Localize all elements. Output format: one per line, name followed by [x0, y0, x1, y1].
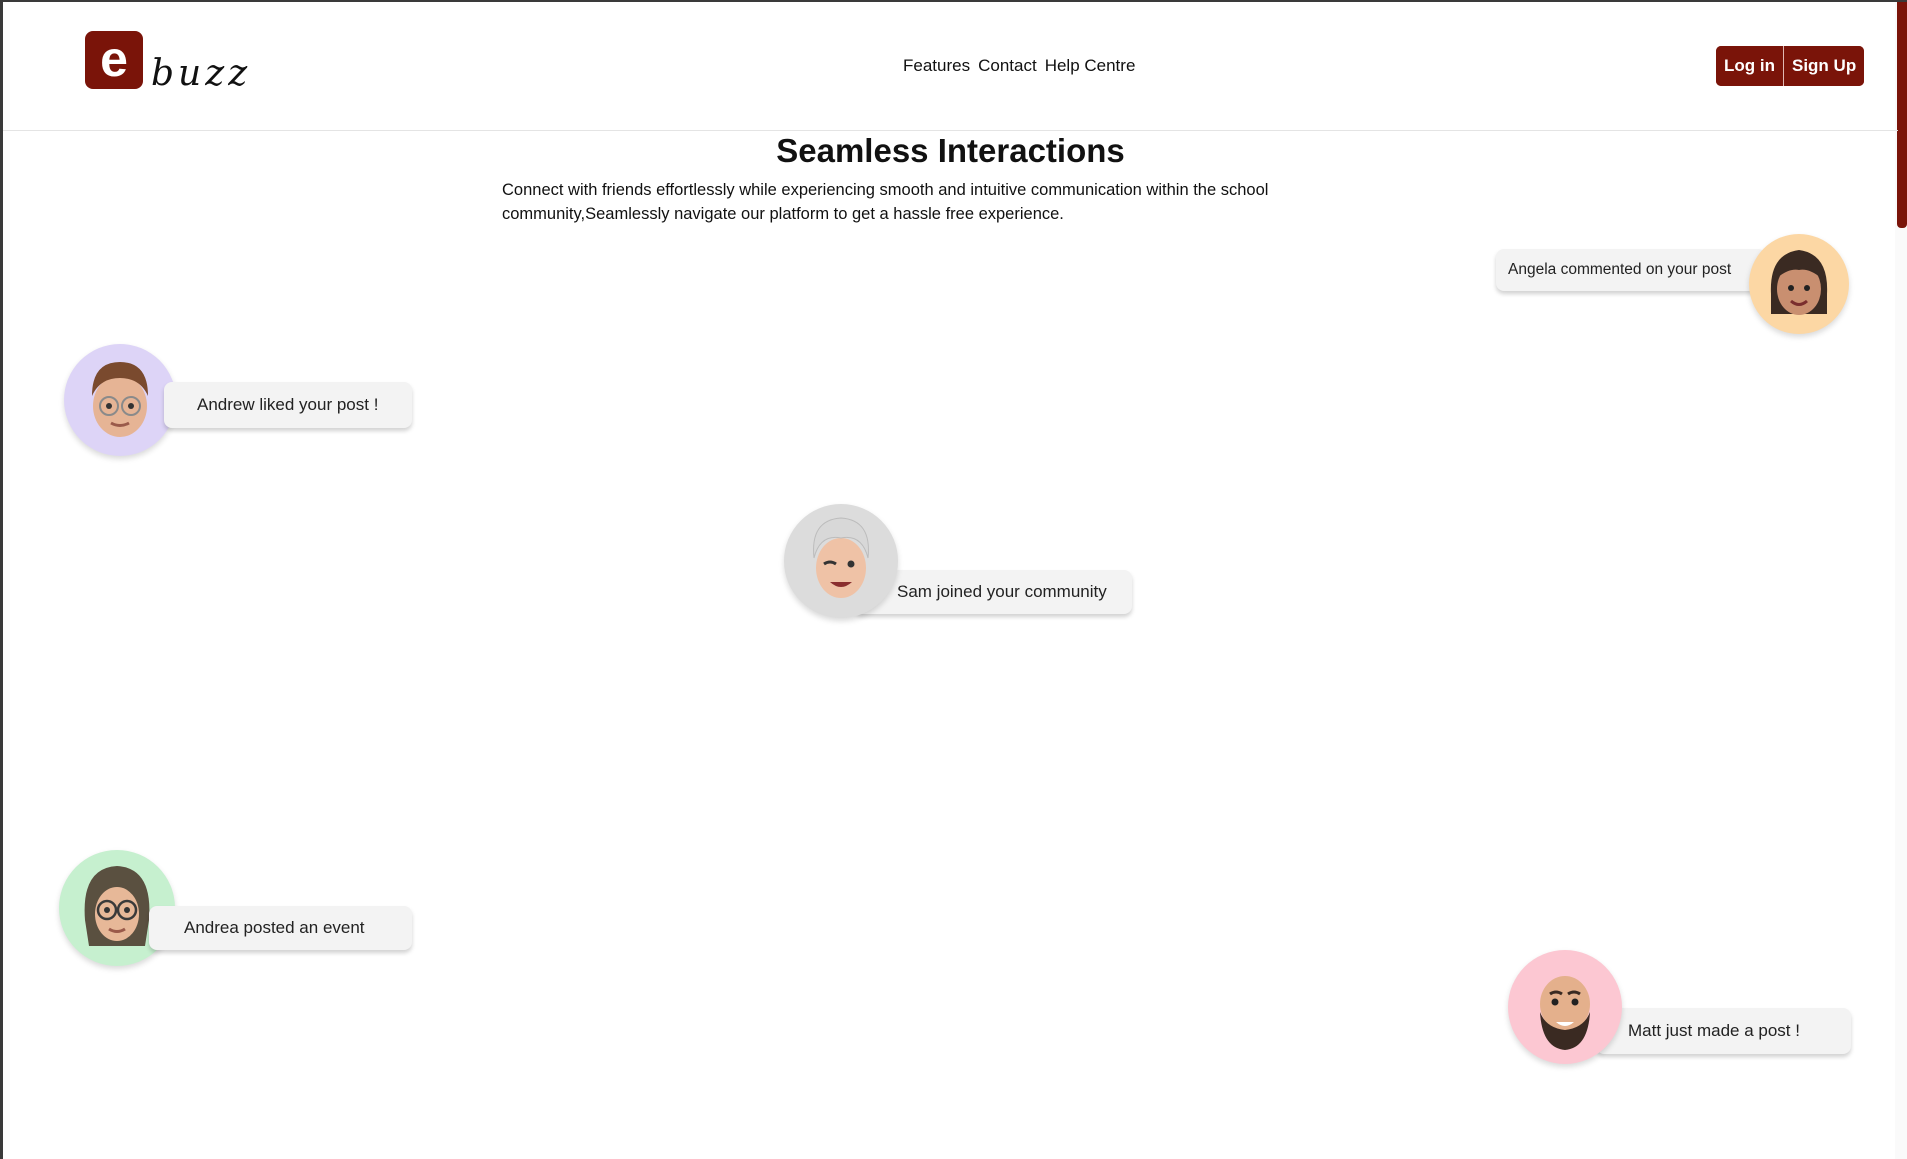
notification-bubble[interactable]: Angela commented on your post — [1496, 249, 1766, 291]
avatar-angela — [1749, 234, 1849, 334]
notification-text: Andrew liked your post ! — [197, 395, 379, 414]
notification-bubble[interactable]: Andrea posted an event — [149, 906, 412, 950]
notification-text: Matt just made a post ! — [1628, 1021, 1800, 1040]
avatar-andrew — [64, 344, 176, 456]
logo-word-text: buzz — [151, 53, 251, 93]
main-nav: Features Contact Help Centre — [903, 56, 1135, 76]
nav-contact[interactable]: Contact — [978, 56, 1037, 76]
notification-matt: Matt just made a post ! — [1508, 950, 1851, 1066]
ebuzz-logo[interactable]: e buzz — [85, 31, 271, 94]
login-button[interactable]: Log in — [1716, 46, 1783, 86]
notification-andrea: Andrea posted an event — [59, 850, 412, 966]
nav-help-centre[interactable]: Help Centre — [1045, 56, 1136, 76]
notification-text: Sam joined your community — [897, 582, 1107, 601]
notification-text: Andrea posted an event — [184, 918, 365, 937]
scrollbar-thumb[interactable] — [1897, 2, 1907, 228]
avatar-matt — [1508, 950, 1622, 1064]
nav-features[interactable]: Features — [903, 56, 970, 76]
notification-sam: Sam joined your community — [784, 504, 1132, 620]
logo-mark: e — [85, 31, 143, 89]
notification-text: Angela commented on your post — [1508, 261, 1732, 278]
signup-button[interactable]: Sign Up — [1783, 46, 1865, 86]
notification-andrew: Andrew liked your post ! — [64, 344, 412, 456]
notification-bubble[interactable]: Andrew liked your post ! — [164, 382, 412, 428]
notification-bubble[interactable]: Matt just made a post ! — [1596, 1008, 1851, 1054]
logo-wordmark: buzz — [151, 33, 271, 94]
auth-buttons: Log in Sign Up — [1716, 46, 1865, 86]
page-scrollbar[interactable] — [1895, 2, 1907, 1159]
top-header: e buzz Features Contact Help Centre Log … — [3, 2, 1898, 131]
logo-letter: e — [100, 31, 128, 87]
notification-angela: Angela commented on your post — [1496, 234, 1849, 334]
hero-description: Connect with friends effortlessly while … — [502, 181, 1269, 223]
avatar-sam — [784, 504, 898, 618]
page-title: Seamless Interactions — [776, 132, 1125, 169]
